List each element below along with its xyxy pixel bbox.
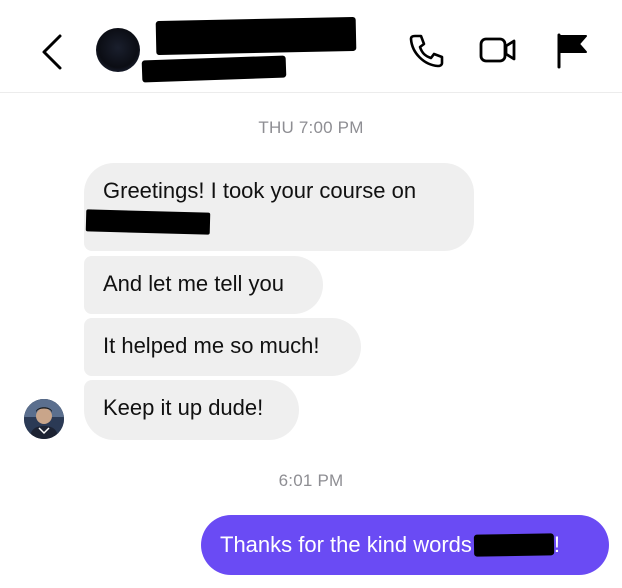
video-call-button[interactable] — [476, 30, 516, 70]
incoming-message[interactable]: And let me tell you — [84, 256, 323, 314]
message-text: And let me tell you — [103, 271, 284, 296]
message-text: Thanks for the kind words — [220, 532, 472, 557]
video-camera-icon — [479, 37, 516, 63]
incoming-message[interactable]: It helped me so much! — [84, 318, 361, 376]
message-text-end: ! — [553, 532, 561, 557]
sender-avatar[interactable] — [24, 399, 64, 439]
outgoing-message[interactable]: Thanks for the kind words! — [201, 515, 609, 575]
message-text: It helped me so much! — [103, 333, 320, 358]
chevron-left-icon — [42, 34, 62, 70]
conversation-header — [0, 0, 622, 93]
incoming-message[interactable]: Greetings! I took your course on — [84, 163, 474, 251]
message-timestamp: 6:01 PM — [278, 471, 344, 490]
incoming-message[interactable]: Keep it up dude! — [84, 380, 299, 440]
flag-icon — [557, 33, 587, 69]
redaction-mark — [85, 209, 211, 235]
dm-conversation-screen: THU 7:00 PM Greetings! I took your cours… — [0, 0, 622, 588]
report-button[interactable] — [552, 30, 592, 70]
message-text: Greetings! I took your course on — [103, 178, 417, 203]
call-button[interactable] — [406, 30, 446, 70]
redaction-mark — [141, 55, 287, 83]
redaction-mark — [473, 533, 555, 557]
phone-icon — [409, 34, 444, 68]
message-timestamp: THU 7:00 PM — [258, 118, 364, 137]
profile-photo-icon — [24, 399, 64, 439]
contact-avatar[interactable] — [96, 28, 140, 72]
back-button[interactable] — [34, 30, 74, 74]
message-text: Keep it up dude! — [103, 395, 264, 420]
redaction-mark — [155, 16, 357, 56]
